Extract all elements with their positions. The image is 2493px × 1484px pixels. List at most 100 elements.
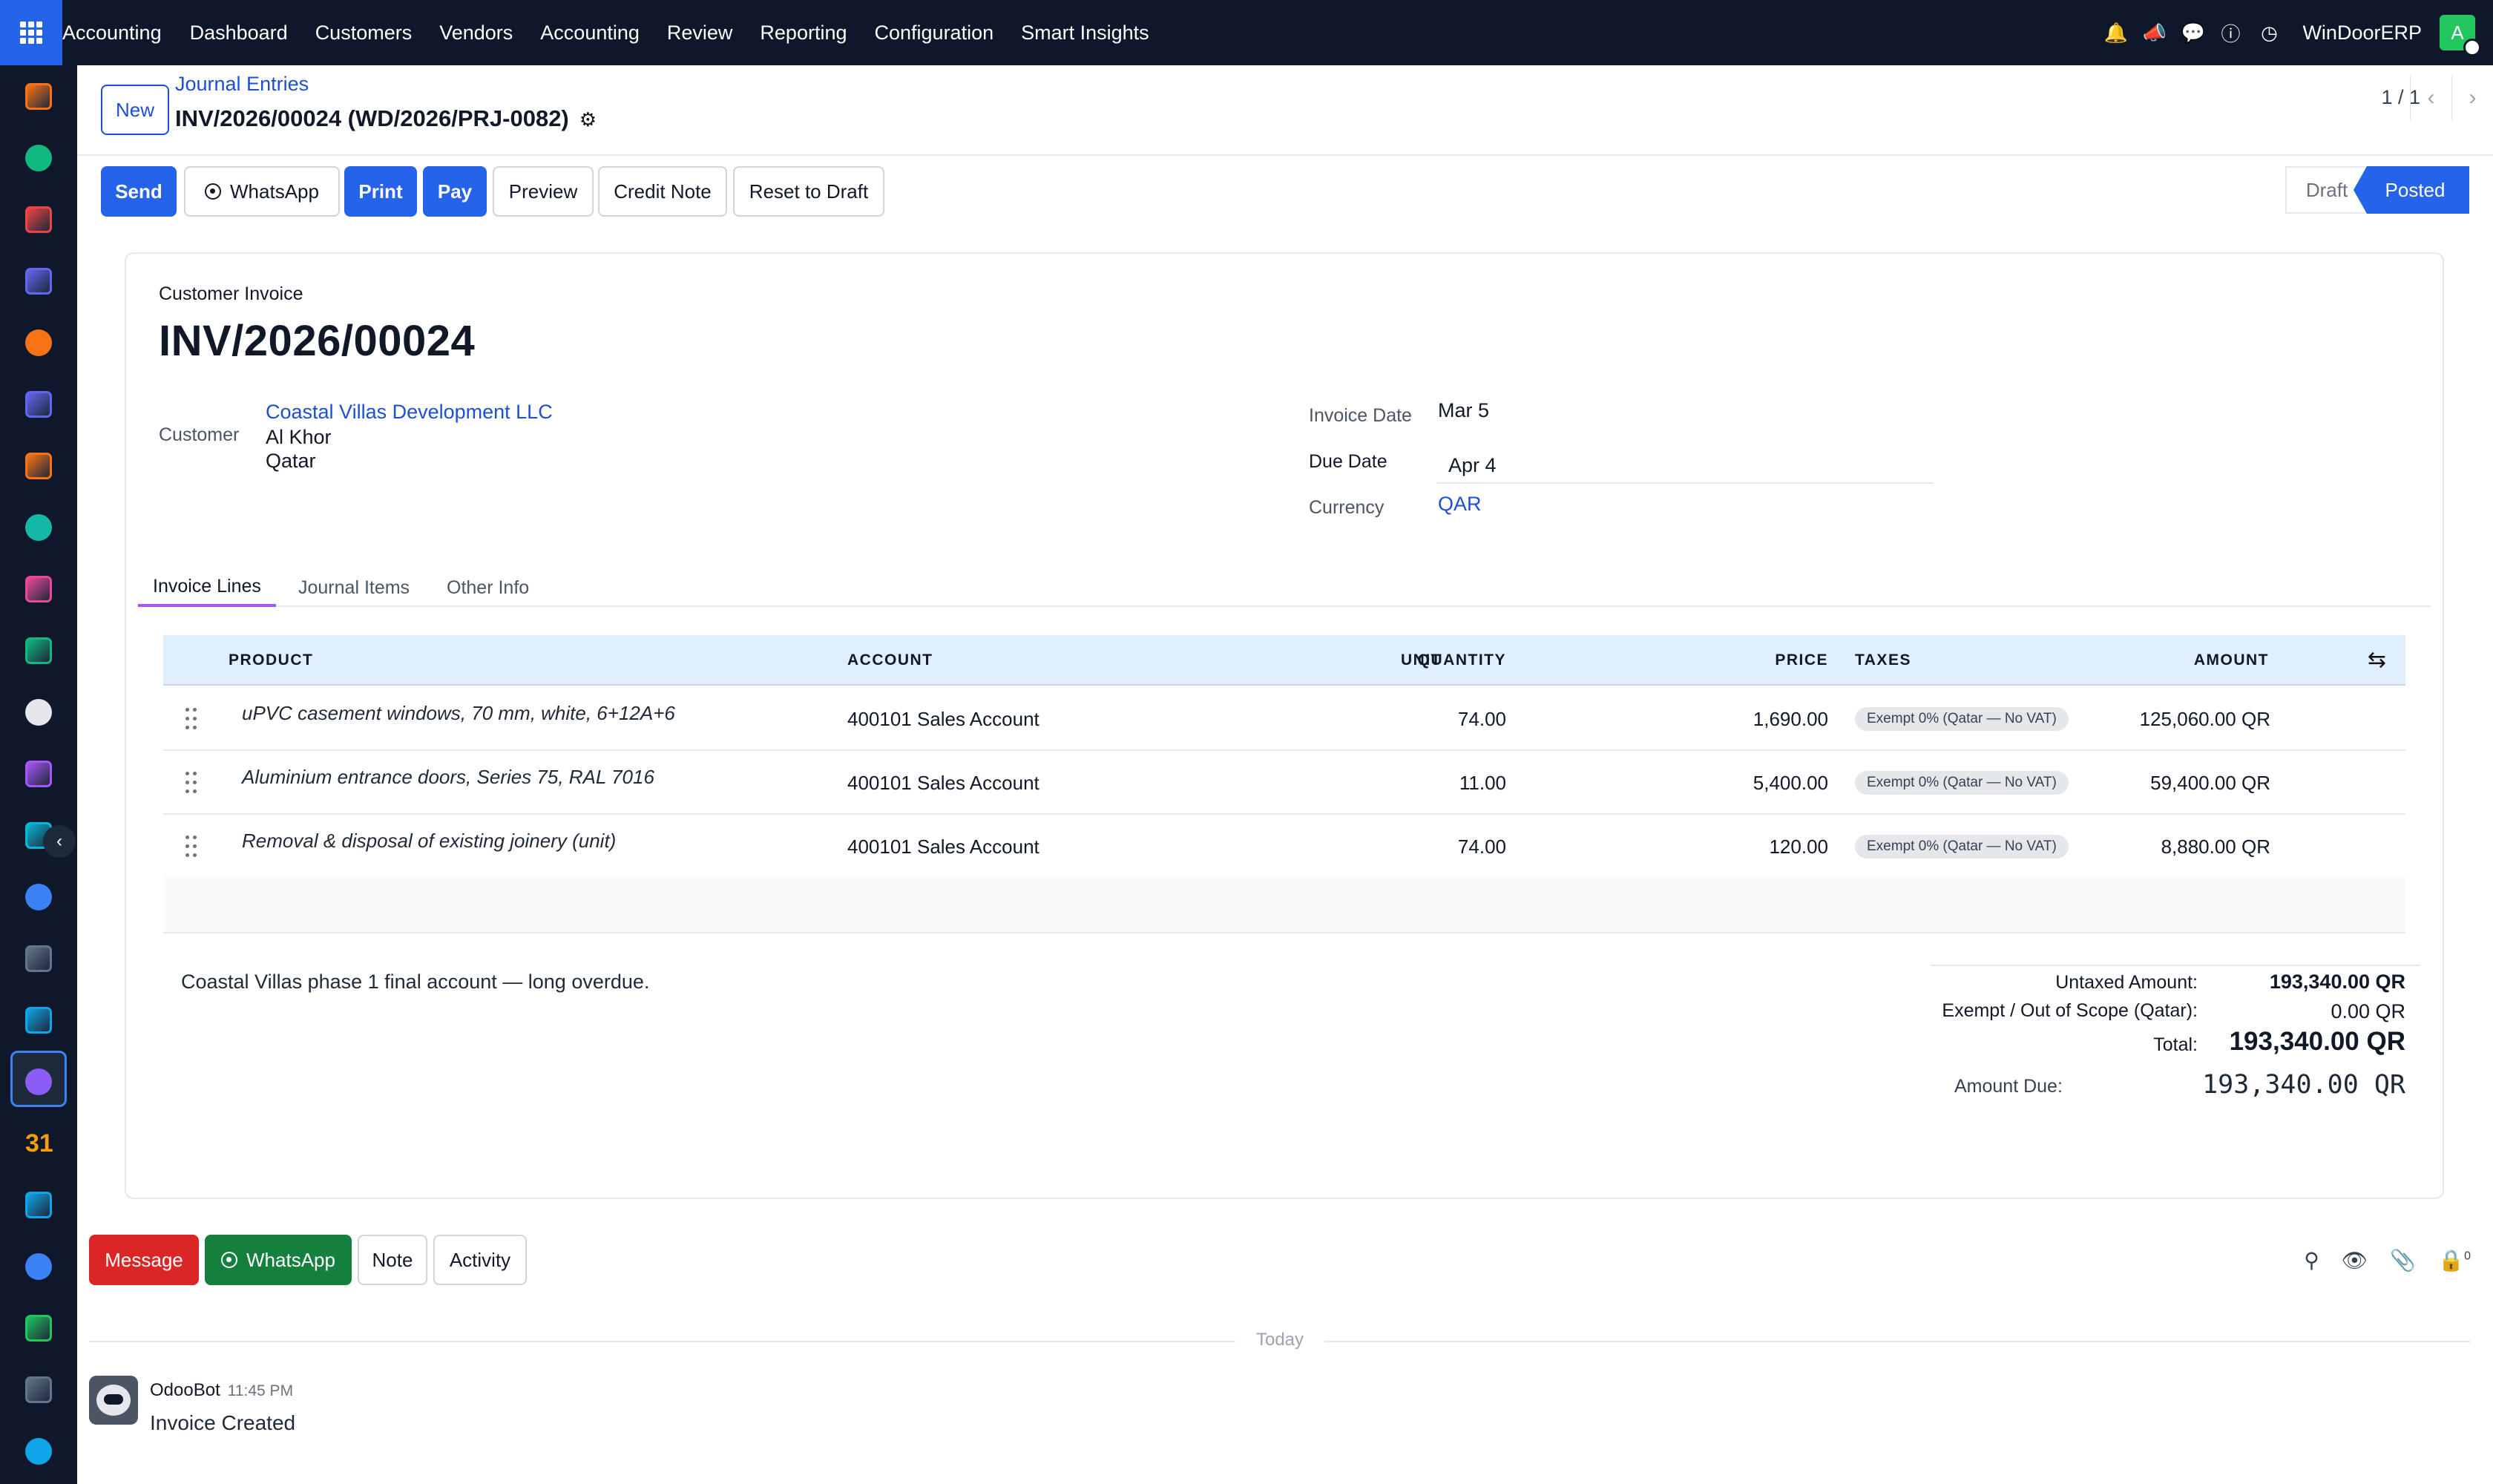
pay-button[interactable]: Pay [423,166,487,217]
line-product[interactable]: Aluminium entrance doors, Series 75, RAL… [242,751,654,815]
inventory-app-icon[interactable] [25,699,52,726]
header-price[interactable]: PRICE [1573,635,1828,686]
pager-prev-icon[interactable]: ‹ [2410,76,2451,120]
message-author[interactable]: OdooBot [150,1380,220,1400]
chat-bubbles-icon[interactable]: 💬 [2181,22,2204,45]
tab-journal-items[interactable]: Journal Items [283,568,424,607]
new-button[interactable]: New [101,85,169,135]
livechat-app-icon[interactable] [25,329,52,356]
add-line-row[interactable] [163,877,2405,933]
reports-app-icon[interactable] [25,576,52,603]
line-account[interactable]: 400101 Sales Account [847,815,1039,879]
whatsapp-button[interactable]: WhatsApp [184,166,340,217]
header-product[interactable]: PRODUCT [229,635,313,686]
table-row[interactable]: uPVC casement windows, 70 mm, white, 6+1… [163,687,2405,751]
employees-app-icon[interactable] [25,637,52,664]
search-icon[interactable]: ⚲ [2304,1248,2319,1273]
line-quantity[interactable]: 74.00 [1239,815,1506,879]
header-taxes[interactable]: TAXES [1855,635,1911,686]
terms-narration[interactable]: Coastal Villas phase 1 final account — l… [181,971,649,994]
teams-app-icon[interactable] [25,1068,52,1095]
gear-icon[interactable]: ⚙ [579,108,597,131]
menu-accounting[interactable]: Accounting [540,22,640,45]
header-amount[interactable]: AMOUNT [2092,635,2269,686]
header-quantity[interactable]: QUANTITY [1239,635,1506,686]
odoobot-avatar[interactable] [89,1376,138,1425]
contacts-app-icon[interactable] [25,145,52,171]
currency-link[interactable]: QAR [1438,493,1482,516]
menu-smart-insights[interactable]: Smart Insights [1021,22,1149,45]
drag-handle-icon[interactable] [185,772,197,794]
paperclip-icon[interactable]: 📎 [2390,1248,2416,1273]
credit-note-button[interactable]: Credit Note [598,166,727,217]
line-product[interactable]: Removal & disposal of existing joinery (… [242,815,616,879]
discuss-app-icon[interactable] [25,268,52,295]
sign-app-icon[interactable] [25,514,52,541]
line-price[interactable]: 1,690.00 [1573,687,1828,751]
timesheet-app-icon[interactable] [25,1376,52,1403]
collapse-sidebar-icon[interactable]: ‹ [43,825,76,858]
preview-button[interactable]: Preview [493,166,594,217]
clock-icon[interactable]: ◷ [2258,22,2280,45]
bell-icon[interactable]: 🔔 [2103,22,2127,45]
apps-store-icon[interactable] [25,945,52,972]
invoicing-app-icon[interactable] [25,1007,52,1034]
followers-lock-icon[interactable]: 🔒0 [2438,1248,2471,1273]
line-quantity[interactable]: 74.00 [1239,687,1506,751]
apps-menu-button[interactable] [0,0,62,65]
line-account[interactable]: 400101 Sales Account [847,687,1039,751]
pager-next-icon[interactable]: › [2451,76,2493,120]
menu-vendors[interactable]: Vendors [439,22,513,45]
header-unit[interactable]: UNIT [1401,635,1442,686]
quality-app-icon[interactable] [25,761,52,787]
tab-other-info[interactable]: Other Info [432,568,544,607]
line-taxes[interactable]: Exempt 0% (Qatar — No VAT) [1855,815,2069,879]
due-date-field[interactable]: Apr 4 [1436,442,1934,484]
invoice-date-value[interactable]: Mar 5 [1438,399,1489,422]
print-button[interactable]: Print [344,166,417,217]
eye-icon[interactable]: 👁 [2342,1248,2368,1273]
menu-customers[interactable]: Customers [315,22,413,45]
whatsapp-app-icon[interactable] [25,1315,52,1342]
line-product[interactable]: uPVC casement windows, 70 mm, white, 6+1… [242,687,675,751]
app-brand[interactable]: Accounting [62,22,162,45]
breadcrumb-journal-entries[interactable]: Journal Entries [175,73,309,96]
menu-configuration[interactable]: Configuration [875,22,994,45]
line-taxes[interactable]: Exempt 0% (Qatar — No VAT) [1855,687,2069,751]
spreadsheet-app-icon[interactable] [25,1253,52,1280]
header-account[interactable]: ACCOUNT [847,635,933,686]
menu-reporting[interactable]: Reporting [760,22,847,45]
chat-app-icon[interactable] [25,453,52,479]
megaphone-icon[interactable]: 📣 [2142,22,2166,45]
mail-app-icon[interactable] [25,391,52,418]
chatter-whatsapp-button[interactable]: WhatsApp [205,1235,352,1285]
drag-handle-icon[interactable] [185,708,197,730]
help-icon[interactable]: ⓘ [2219,19,2241,47]
table-row[interactable]: Aluminium entrance doors, Series 75, RAL… [163,751,2405,815]
line-quantity[interactable]: 11.00 [1239,751,1506,815]
activity-button[interactable]: Activity [433,1235,527,1285]
table-row[interactable]: Removal & disposal of existing joinery (… [163,815,2405,879]
dashboards-app-icon[interactable] [25,206,52,233]
planning-app-icon[interactable] [25,1192,52,1218]
line-taxes[interactable]: Exempt 0% (Qatar — No VAT) [1855,751,2069,815]
knowledge-app-icon[interactable] [25,884,52,910]
drag-handle-icon[interactable] [185,835,197,858]
menu-review[interactable]: Review [667,22,733,45]
send-button[interactable]: Send [101,166,177,217]
column-settings-icon[interactable]: ⇆ [2368,647,2386,673]
log-note-button[interactable]: Note [358,1235,427,1285]
calendar-app-icon[interactable]: 31 [25,1130,53,1157]
line-price[interactable]: 5,400.00 [1573,751,1828,815]
user-avatar[interactable]: A [2440,15,2481,56]
company-switcher[interactable]: WinDoorERP [2302,22,2422,45]
menu-dashboard[interactable]: Dashboard [190,22,288,45]
website-app-icon[interactable] [25,1438,52,1465]
tab-invoice-lines[interactable]: Invoice Lines [138,568,276,607]
send-message-button[interactable]: Message [89,1235,199,1285]
line-account[interactable]: 400101 Sales Account [847,751,1039,815]
line-price[interactable]: 120.00 [1573,815,1828,879]
reset-to-draft-button[interactable]: Reset to Draft [733,166,884,217]
status-posted[interactable]: Posted [2354,166,2469,214]
customer-name-link[interactable]: Coastal Villas Development LLC [266,401,553,424]
